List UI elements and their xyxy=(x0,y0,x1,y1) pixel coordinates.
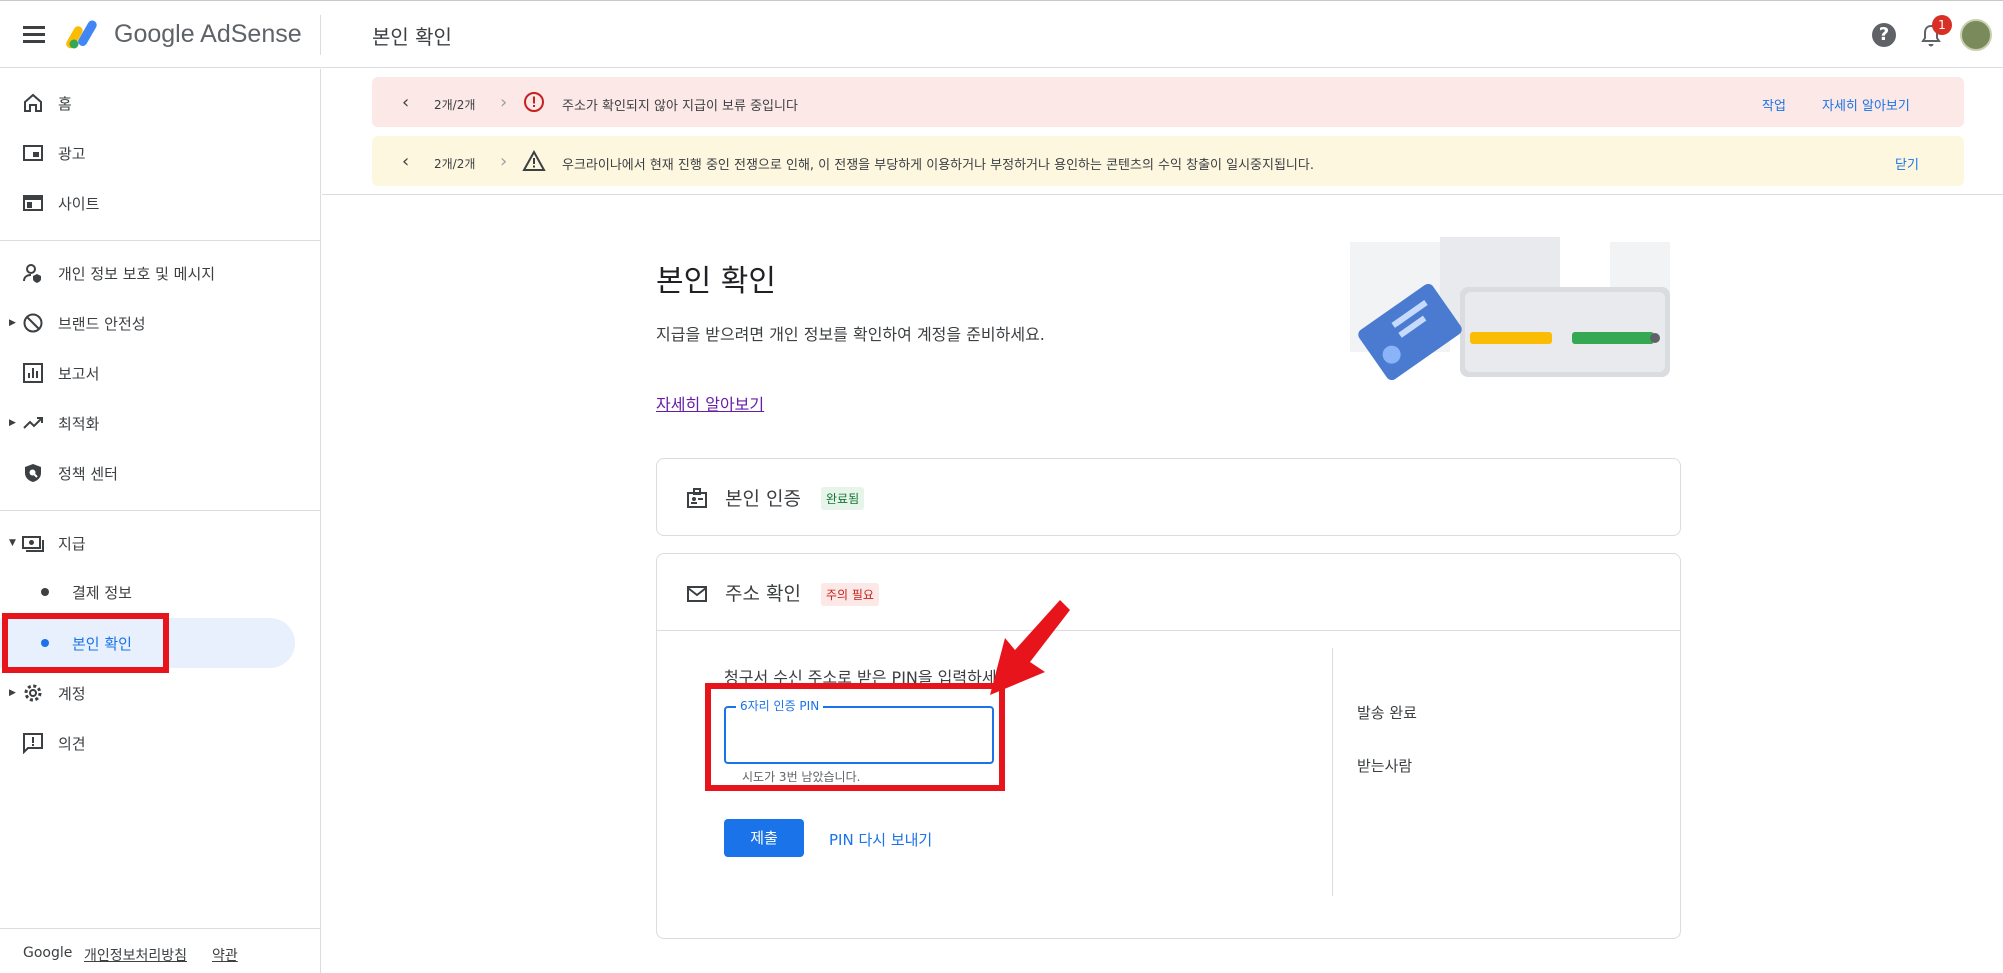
identity-verification-card[interactable]: 본인 인증 완료됨 xyxy=(656,458,1681,536)
sidebar-item-home[interactable]: 홈 xyxy=(0,81,300,125)
learn-more-link[interactable]: 자세히 알아보기 xyxy=(656,391,764,415)
banner-message: 주소가 확인되지 않아 지급이 보류 중입니다 xyxy=(562,99,798,114)
sidebar-item-reports[interactable]: 보고서 xyxy=(0,351,300,395)
sidebar-item-label: 보고서 xyxy=(58,364,100,383)
sidebar-item-label: 브랜드 안전성 xyxy=(58,314,146,333)
sidebar-item-feedback[interactable]: 의견 xyxy=(0,721,300,765)
id-badge-icon xyxy=(687,488,707,508)
banner-count: 2개/2개 xyxy=(434,98,476,112)
ads-icon xyxy=(23,145,43,161)
banner-divider xyxy=(322,194,2003,195)
annotation-arrow-icon xyxy=(990,600,1070,695)
notification-count-badge: 1 xyxy=(1932,15,1952,35)
topbar-divider xyxy=(320,15,321,55)
banner-dismiss-button[interactable]: 닫기 xyxy=(1895,154,1919,173)
top-app-bar: Google AdSense 본인 확인 ? 1 xyxy=(0,0,2003,68)
sidebar-nav: 홈 광고 사이트 개인 정보 보호 및 메시지 ▶ 브랜드 안전성 보고서 ▶ … xyxy=(0,69,321,973)
sidebar-item-label: 지급 xyxy=(58,534,86,553)
brand-name[interactable]: Google AdSense xyxy=(114,20,302,49)
adsense-logo-icon xyxy=(66,20,97,49)
sidebar-item-ads[interactable]: 광고 xyxy=(0,131,300,175)
account-avatar[interactable] xyxy=(1960,19,1992,51)
sidebar-item-label: 정책 센터 xyxy=(58,464,118,483)
error-circle-icon xyxy=(524,92,544,112)
settings-gear-icon xyxy=(24,684,42,702)
sidebar-item-privacy[interactable]: 개인 정보 보호 및 메시지 xyxy=(0,251,300,295)
policy-shield-icon xyxy=(25,464,41,482)
expand-caret-icon[interactable]: ▶ xyxy=(9,318,16,328)
page-title: 본인 확인 xyxy=(656,264,776,299)
block-icon xyxy=(23,313,43,333)
chevron-left-icon[interactable]: ‹ xyxy=(402,151,409,172)
verification-illustration xyxy=(1350,237,1670,381)
payments-icon xyxy=(22,536,44,552)
privacy-icon xyxy=(23,264,41,283)
sidebar-item-sites[interactable]: 사이트 xyxy=(0,181,300,225)
recipient-label: 받는사람 xyxy=(1357,757,1413,775)
footer-privacy-link[interactable]: 개인정보처리방침 xyxy=(84,945,187,965)
sidebar-item-label: 사이트 xyxy=(58,194,100,213)
banner-message: 우크라이나에서 현재 진행 중인 전쟁으로 인해, 이 전쟁을 부당하게 이용하… xyxy=(562,158,1314,173)
card-vertical-divider xyxy=(1332,648,1333,896)
reports-icon xyxy=(23,363,43,383)
sidebar-item-label: 계정 xyxy=(58,684,86,703)
chevron-right-icon[interactable]: › xyxy=(500,92,507,113)
sidebar-item-brand-safety[interactable]: ▶ 브랜드 안전성 xyxy=(0,301,300,345)
expand-caret-icon[interactable]: ▶ xyxy=(9,418,16,428)
banner-action-button[interactable]: 작업 xyxy=(1762,95,1786,114)
mail-envelope-icon xyxy=(687,586,707,602)
resend-pin-button[interactable]: PIN 다시 보내기 xyxy=(829,829,932,850)
topbar-page-title: 본인 확인 xyxy=(372,25,452,49)
status-badge: 주의 필요 xyxy=(821,583,879,606)
sidebar-item-label: 최적화 xyxy=(58,414,100,433)
sidebar-item-policy-center[interactable]: 정책 센터 xyxy=(0,451,300,495)
bullet-dot-icon xyxy=(41,588,49,596)
identity-card-title: 본인 인증 xyxy=(725,488,801,510)
sidebar-footer: Google 개인정보처리방침 약관 xyxy=(0,928,321,973)
sidebar-item-label: 홈 xyxy=(58,94,72,113)
trending-icon xyxy=(23,417,43,429)
sidebar-divider xyxy=(0,510,321,511)
address-card-title: 주소 확인 xyxy=(725,583,801,605)
sidebar-item-label: 광고 xyxy=(58,144,86,163)
mail-sent-status: 발송 완료 xyxy=(1357,704,1417,722)
sidebar-item-account[interactable]: ▶ 계정 xyxy=(0,671,300,715)
hamburger-menu-icon[interactable] xyxy=(22,23,46,47)
sidebar-subitem-label: 결제 정보 xyxy=(72,584,132,602)
page-description: 지급을 받으려면 개인 정보를 확인하여 계정을 준비하세요. xyxy=(656,325,1045,344)
sidebar-item-payments[interactable]: ▼ 지급 xyxy=(0,521,300,565)
banner-learn-more-link[interactable]: 자세히 알아보기 xyxy=(1822,95,1910,114)
status-badge: 완료됨 xyxy=(821,487,865,510)
chevron-left-icon[interactable]: ‹ xyxy=(402,92,409,113)
help-icon[interactable]: ? xyxy=(1872,23,1896,47)
sidebar-subitem-payment-info[interactable]: 결제 정보 xyxy=(0,567,295,617)
collapse-caret-icon[interactable]: ▼ xyxy=(9,538,16,548)
banner-count: 2개/2개 xyxy=(434,157,476,171)
payment-hold-banner: ‹ 2개/2개 › 주소가 확인되지 않아 지급이 보류 중입니다 작업 자세히… xyxy=(372,77,1964,127)
chevron-right-icon[interactable]: › xyxy=(500,151,507,172)
card-divider xyxy=(657,630,1680,631)
sidebar-item-optimization[interactable]: ▶ 최적화 xyxy=(0,401,300,445)
sites-icon xyxy=(23,195,43,211)
expand-caret-icon[interactable]: ▶ xyxy=(9,688,16,698)
annotation-highlight-box xyxy=(705,683,1005,791)
feedback-icon xyxy=(23,733,43,754)
home-icon xyxy=(24,93,42,112)
footer-google: Google xyxy=(23,945,73,961)
sidebar-item-label: 의견 xyxy=(58,734,86,753)
footer-terms-link[interactable]: 약관 xyxy=(212,945,238,965)
annotation-highlight-box xyxy=(2,613,169,673)
submit-button[interactable]: 제출 xyxy=(724,819,804,857)
policy-notice-banner: ‹ 2개/2개 › 우크라이나에서 현재 진행 중인 전쟁으로 인해, 이 전쟁… xyxy=(372,136,1964,186)
sidebar-item-label: 개인 정보 보호 및 메시지 xyxy=(58,264,216,283)
warning-triangle-icon xyxy=(522,149,546,171)
sidebar-divider xyxy=(0,240,321,241)
